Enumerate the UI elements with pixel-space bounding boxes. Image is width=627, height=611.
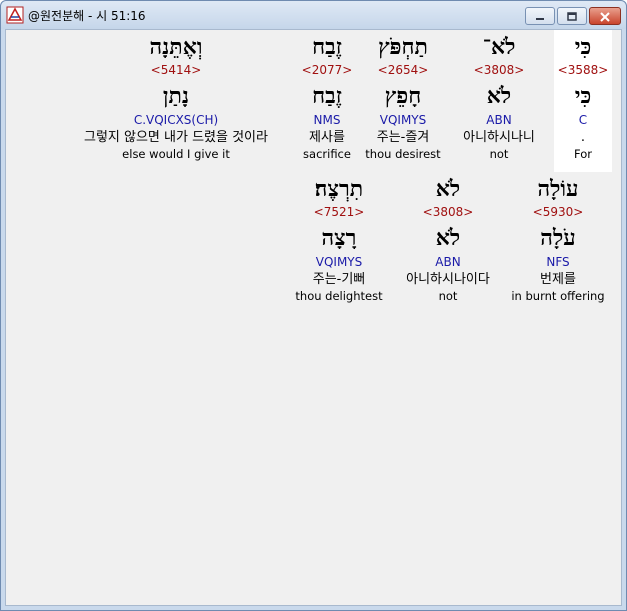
minimize-button[interactable] — [525, 7, 555, 25]
app-window: @원전분해 - 시 51:16 כִּי <3588> כִּי C . For — [0, 0, 627, 611]
english-gloss: thou delightest — [295, 289, 383, 303]
hebrew-root: רָצָה — [321, 225, 357, 251]
analysis-panel[interactable]: כִּי <3588> כִּי C . For לֹא־ <3808> לֹא… — [5, 29, 622, 606]
strong-number[interactable]: <5414> — [56, 62, 296, 79]
korean-gloss: 그렇지 않으면 내가 드렸을 것이라 — [84, 130, 268, 145]
close-icon — [599, 7, 611, 26]
parsing-code: C.VQICXS(CH) — [133, 113, 219, 127]
title-bar[interactable]: @원전분해 - 시 51:16 — [1, 1, 626, 29]
word-block[interactable]: וְאֶתֵּנָה <5414> נָתַן C.VQICXS(CH) 그렇지… — [56, 32, 296, 162]
window-title: @원전분해 - 시 51:16 — [28, 9, 146, 23]
hebrew-word: תִרְצֶה׃ — [314, 176, 364, 202]
close-button[interactable] — [589, 7, 621, 25]
hebrew-word: וְאֶתֵּנָה — [149, 34, 203, 60]
word-block[interactable]: תִרְצֶה׃ <7521> רָצָה VQIMYS 주는-기뻐 thou … — [249, 174, 429, 304]
english-gloss: else would I give it — [122, 147, 230, 161]
maximize-icon — [566, 7, 578, 26]
minimize-icon — [534, 7, 546, 26]
korean-gloss: 주는-기뻐 — [312, 272, 366, 287]
parsing-code: VQIMYS — [315, 255, 363, 269]
maximize-button[interactable] — [557, 7, 587, 25]
hebrew-root: נָתַן — [162, 83, 190, 109]
strong-number[interactable]: <7521> — [249, 204, 429, 221]
app-logo-icon — [6, 6, 24, 24]
